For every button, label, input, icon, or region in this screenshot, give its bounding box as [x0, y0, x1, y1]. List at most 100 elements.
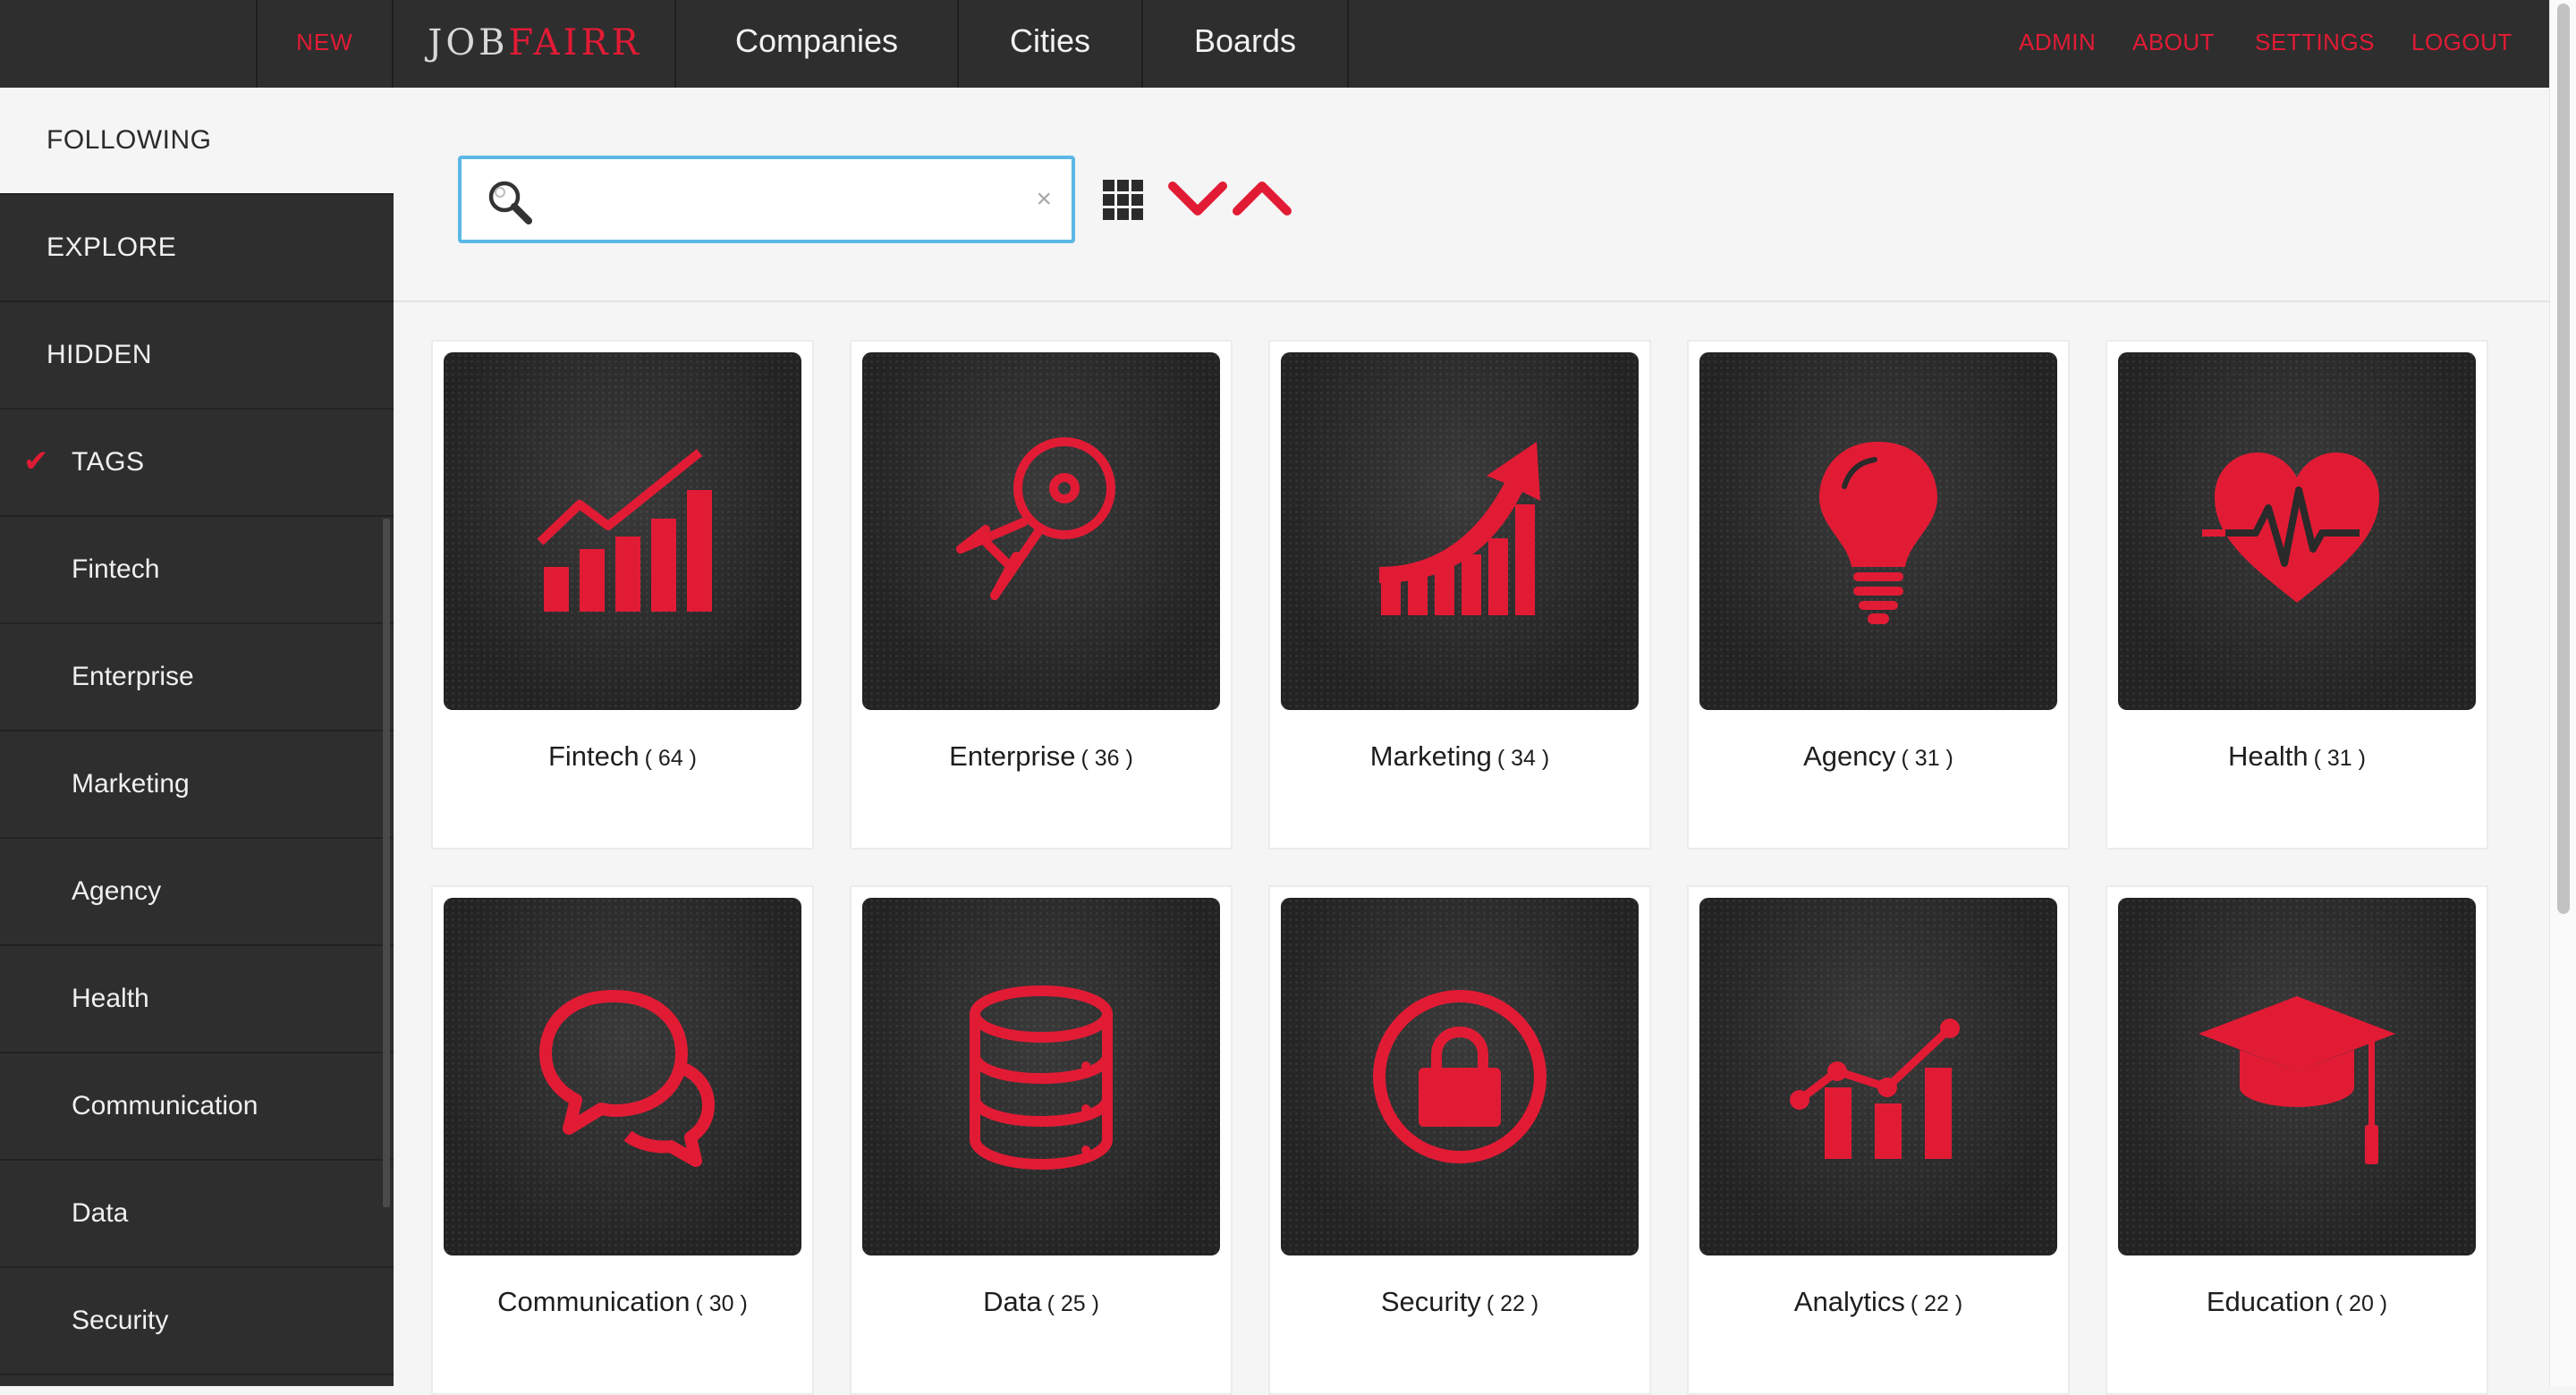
tag-card-fintech[interactable]: Fintech( 64 ) [431, 340, 814, 850]
tag-card-communication[interactable]: Communication( 30 ) [431, 885, 814, 1395]
sidebar: FOLLOWING EXPLORE HIDDEN ✔ TAGS Fintech … [0, 88, 394, 1386]
checkmark-icon: ✔ [23, 444, 49, 478]
nav-companies[interactable]: Companies [676, 0, 957, 88]
scrollbar-thumb[interactable] [2557, 4, 2570, 914]
sidebar-item-label: Data [72, 1198, 129, 1228]
tag-tile [2118, 898, 2476, 1256]
sidebar-item-tags[interactable]: ✔ TAGS [0, 410, 394, 517]
sort-ascending-icon[interactable] [1233, 179, 1292, 218]
sidebar-item-label: Fintech [72, 554, 160, 584]
logo-text-fairr: FAIRR [508, 22, 642, 63]
tag-tile [444, 352, 801, 710]
tag-name: Data [983, 1286, 1042, 1317]
tag-name: Health [2228, 740, 2309, 772]
tag-name: Marketing [1369, 740, 1492, 772]
tag-tile [1699, 352, 2057, 710]
tag-tile [1281, 352, 1639, 710]
lightbulb-icon [1819, 442, 1937, 624]
sidebar-item-label: EXPLORE [47, 232, 177, 262]
tag-card-health[interactable]: Health( 31 ) [2106, 340, 2488, 850]
nav-settings-link[interactable]: SETTINGS [2255, 0, 2375, 88]
page-scrollbar[interactable] [2549, 0, 2576, 1386]
sidebar-item-label: Agency [72, 876, 162, 906]
bar-chart-trend-icon [537, 449, 712, 612]
nav-logout-link[interactable]: LOGOUT [2411, 0, 2512, 88]
sidebar-item-communication[interactable]: Communication [0, 1053, 394, 1161]
tag-name: Fintech [547, 740, 640, 772]
sidebar-scrollbar[interactable] [383, 519, 390, 1207]
nav-divider [1347, 0, 1349, 88]
tag-caption: Agency( 31 ) [1689, 740, 2068, 773]
sidebar-item-marketing[interactable]: Marketing [0, 731, 394, 839]
sidebar-item-security[interactable]: Security [0, 1268, 394, 1375]
graduation-cap-icon [2199, 996, 2395, 1164]
analytics-chart-icon [1790, 1019, 1960, 1159]
top-navbar: NEW JOBFAIRR Companies Cities Boards ADM… [0, 0, 2549, 88]
tag-count: ( 22 ) [1910, 1291, 1963, 1316]
sidebar-item-hidden[interactable]: HIDDEN [0, 302, 394, 410]
tag-tile [862, 352, 1220, 710]
nav-about-link[interactable]: ABOUT [2132, 0, 2215, 88]
sidebar-item-explore[interactable]: EXPLORE [0, 195, 394, 302]
tag-caption: Enterprise( 36 ) [852, 740, 1231, 773]
tag-count: ( 20 ) [2334, 1291, 2388, 1316]
tag-caption: Health( 31 ) [2107, 740, 2487, 773]
tag-count: ( 30 ) [695, 1291, 748, 1316]
sidebar-item-following[interactable]: FOLLOWING [0, 88, 394, 195]
sidebar-item-health[interactable]: Health [0, 946, 394, 1053]
sidebar-item-label: FOLLOWING [47, 125, 212, 155]
tag-card-security[interactable]: Security( 22 ) [1268, 885, 1651, 1395]
tag-tile [2118, 352, 2476, 710]
tag-name: Analytics [1793, 1286, 1905, 1317]
tag-caption: Data( 25 ) [852, 1286, 1231, 1318]
tag-caption: Education( 20 ) [2107, 1286, 2487, 1318]
logo-text-job: JOB [428, 22, 509, 63]
tag-card-enterprise[interactable]: Enterprise( 36 ) [850, 340, 1233, 850]
chat-bubbles-icon [539, 990, 715, 1167]
spaceship-icon [956, 437, 1115, 600]
sidebar-item-fintech[interactable]: Fintech [0, 517, 394, 624]
tag-card-education[interactable]: Education( 20 ) [2106, 885, 2488, 1395]
tag-caption: Fintech( 64 ) [433, 740, 812, 773]
search-box: × [458, 156, 1075, 243]
database-icon [970, 985, 1113, 1171]
tag-name: Enterprise [949, 740, 1076, 772]
sidebar-item-label: Communication [72, 1091, 258, 1120]
tag-count: ( 25 ) [1046, 1291, 1099, 1316]
tag-name: Security [1380, 1286, 1481, 1317]
nav-new-link[interactable]: NEW [258, 0, 392, 88]
nav-admin-link[interactable]: ADMIN [2019, 0, 2096, 88]
sidebar-item-label: TAGS [72, 447, 145, 477]
toolbar: × [394, 88, 2549, 302]
tag-card-agency[interactable]: Agency( 31 ) [1687, 340, 2070, 850]
sidebar-item-data[interactable]: Data [0, 1161, 394, 1268]
grid-view-icon[interactable] [1102, 179, 1145, 222]
tag-tile [444, 898, 801, 1256]
sidebar-item-agency[interactable]: Agency [0, 839, 394, 946]
tag-caption: Security( 22 ) [1270, 1286, 1649, 1318]
sidebar-item-label: Enterprise [72, 662, 194, 691]
search-input[interactable] [551, 172, 998, 227]
tag-name: Agency [1803, 740, 1896, 772]
tag-card-data[interactable]: Data( 25 ) [850, 885, 1233, 1395]
tag-count: ( 64 ) [644, 746, 698, 771]
sidebar-item-label: Security [72, 1306, 169, 1335]
tag-name: Education [2206, 1286, 2330, 1317]
tag-card-analytics[interactable]: Analytics( 22 ) [1687, 885, 2070, 1395]
jobfairr-logo[interactable]: JOBFAIRR [394, 0, 676, 88]
nav-cities[interactable]: Cities [959, 0, 1141, 88]
tag-caption: Analytics( 22 ) [1689, 1286, 2068, 1318]
sidebar-item-label: Marketing [72, 769, 190, 799]
tag-name: Communication [497, 1286, 691, 1317]
sort-descending-icon[interactable] [1168, 179, 1227, 218]
clear-search-icon[interactable]: × [1036, 177, 1052, 222]
tag-card-marketing[interactable]: Marketing( 34 ) [1268, 340, 1651, 850]
tag-caption: Marketing( 34 ) [1270, 740, 1649, 773]
lock-icon [1373, 990, 1546, 1163]
nav-boards[interactable]: Boards [1143, 0, 1347, 88]
sidebar-item-enterprise[interactable]: Enterprise [0, 624, 394, 731]
sidebar-item-label: HIDDEN [47, 340, 153, 369]
tag-count: ( 22 ) [1486, 1291, 1539, 1316]
tag-tile [862, 898, 1220, 1256]
tag-tile [1281, 898, 1639, 1256]
